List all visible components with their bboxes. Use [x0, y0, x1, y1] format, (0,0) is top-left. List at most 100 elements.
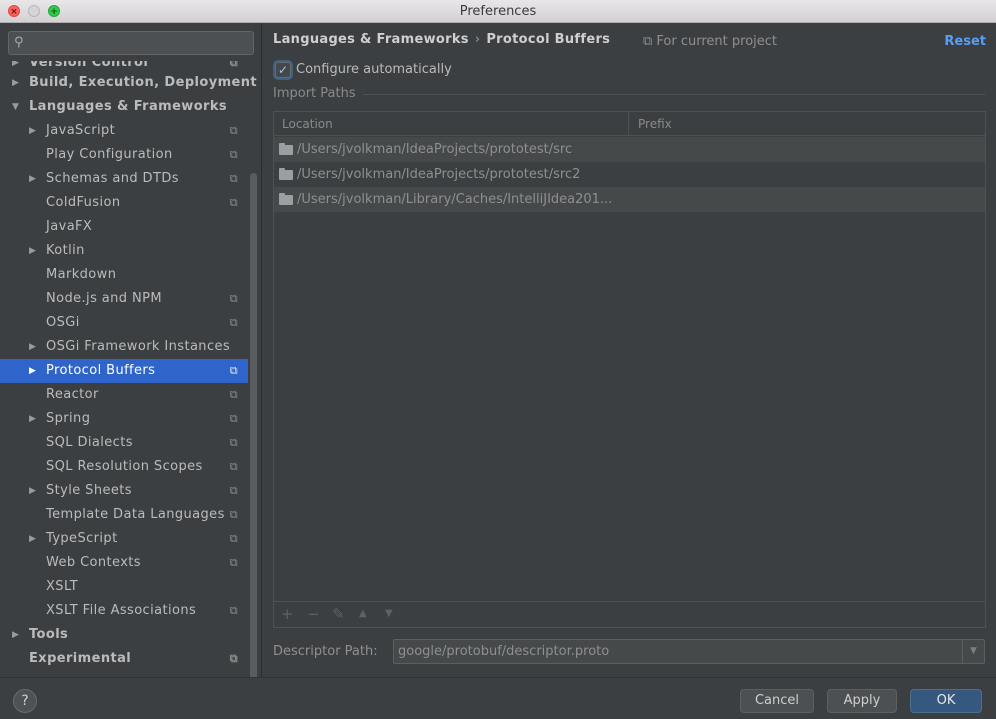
sidebar-item-template-data-languages[interactable]: Template Data Languages ⧉: [0, 503, 248, 527]
project-level-icon: ⧉: [229, 532, 238, 545]
sidebar-item-style-sheets[interactable]: ▶ Style Sheets ⧉: [0, 479, 248, 503]
sidebar-item-markdown[interactable]: Markdown: [0, 263, 248, 287]
sidebar-item-label: Version Control: [29, 61, 149, 70]
sidebar-item-label: Tools: [29, 627, 69, 642]
collapsed-arrow-icon[interactable]: ▶: [29, 359, 36, 383]
sidebar-item-xslt[interactable]: XSLT: [0, 575, 248, 599]
sidebar-item-label: Node.js and NPM: [46, 291, 162, 306]
sidebar-scrollbar[interactable]: [250, 173, 257, 677]
apply-button[interactable]: Apply: [827, 689, 897, 713]
settings-tree: ▶ Version Control ⧉ ▶ Build, Execution, Depl…: [0, 61, 257, 671]
sidebar-item-protocol-buffers[interactable]: ▶ Protocol Buffers ⧉: [0, 359, 248, 383]
sidebar-item-label: Experimental: [29, 651, 132, 666]
sidebar-item-reactor[interactable]: Reactor ⧉: [0, 383, 248, 407]
descriptor-path-value[interactable]: google/protobuf/descriptor.proto: [398, 644, 609, 659]
location-cell[interactable]: /Users/jvolkman/IdeaProjects/prototest/s…: [297, 162, 580, 187]
table-row[interactable]: /Users/jvolkman/IdeaProjects/prototest/s…: [274, 162, 985, 187]
location-cell[interactable]: /Users/jvolkman/IdeaProjects/prototest/s…: [297, 137, 572, 162]
sidebar-item-osgi-framework-instances[interactable]: ▶ OSGi Framework Instances: [0, 335, 248, 359]
sidebar-item-label: Spring: [46, 411, 91, 426]
sidebar-item-languages-frameworks[interactable]: ▼ Languages & Frameworks: [0, 95, 248, 119]
section-divider: [363, 94, 985, 95]
breadcrumb-parent[interactable]: Languages & Frameworks: [273, 32, 469, 47]
project-level-icon: ⧉: [229, 412, 238, 425]
import-paths-title: Import Paths: [273, 86, 356, 101]
move-down-button[interactable]: ▼: [385, 605, 393, 623]
collapsed-arrow-icon[interactable]: ▶: [29, 119, 36, 143]
folder-icon: [279, 193, 293, 205]
table-header: Location Prefix: [274, 112, 985, 136]
sidebar-item-node-js-and-npm[interactable]: Node.js and NPM ⧉: [0, 287, 248, 311]
column-header-location[interactable]: Location: [282, 117, 333, 131]
sidebar-item-label: Build, Execution, Deployment: [29, 75, 258, 90]
project-level-icon: ⧉: [229, 148, 238, 161]
collapsed-arrow-icon[interactable]: ▶: [29, 239, 36, 263]
project-level-icon: ⧉: [229, 460, 238, 473]
location-cell[interactable]: /Users/jvolkman/Library/Caches/IntelliJI…: [297, 187, 612, 212]
collapsed-arrow-icon[interactable]: ▶: [29, 407, 36, 431]
project-level-icon: ⧉: [229, 124, 238, 137]
sidebar-item-build-execution-deployment[interactable]: ▶ Build, Execution, Deployment: [0, 71, 257, 95]
sidebar-item-sql-resolution-scopes[interactable]: SQL Resolution Scopes ⧉: [0, 455, 248, 479]
column-header-prefix[interactable]: Prefix: [638, 117, 672, 131]
sidebar-item-label: JavaFX: [46, 219, 93, 234]
table-row[interactable]: /Users/jvolkman/Library/Caches/IntelliJI…: [274, 187, 985, 212]
move-up-button[interactable]: ▲: [359, 605, 367, 623]
collapsed-arrow-icon[interactable]: ▶: [12, 623, 19, 647]
project-level-icon: ⧉: [229, 292, 238, 305]
descriptor-path-combobox[interactable]: google/protobuf/descriptor.proto ▼: [393, 639, 985, 664]
table-row[interactable]: /Users/jvolkman/IdeaProjects/prototest/s…: [274, 137, 985, 162]
project-level-icon: ⧉: [229, 61, 238, 69]
sidebar-item-label: XSLT: [46, 579, 79, 594]
sidebar-item-label: Languages & Frameworks: [29, 99, 228, 114]
sidebar-item-label: ColdFusion: [46, 195, 121, 210]
edit-path-button[interactable]: ✎: [332, 605, 345, 623]
collapsed-arrow-icon[interactable]: ▶: [12, 71, 19, 95]
title-bar: × + Preferences: [0, 0, 996, 23]
collapsed-arrow-icon[interactable]: ▶: [29, 479, 36, 503]
project-level-icon: ⧉: [229, 484, 238, 497]
table-body: /Users/jvolkman/IdeaProjects/prototest/s…: [274, 137, 985, 212]
sidebar-item-web-contexts[interactable]: Web Contexts ⧉: [0, 551, 248, 575]
collapsed-arrow-icon[interactable]: ▶: [29, 335, 36, 359]
sidebar-item-label: Reactor: [46, 387, 99, 402]
sidebar-item-osgi[interactable]: OSGi ⧉: [0, 311, 248, 335]
column-divider[interactable]: [628, 112, 629, 136]
sidebar-item-spring[interactable]: ▶ Spring ⧉: [0, 407, 248, 431]
sidebar-item-version-control[interactable]: ▶ Version Control ⧉: [0, 61, 248, 71]
sidebar-item-schemas-and-dtds[interactable]: ▶ Schemas and DTDs ⧉: [0, 167, 248, 191]
collapsed-arrow-icon[interactable]: ▶: [29, 527, 36, 551]
table-toolbar: + − ✎ ▲ ▼: [274, 601, 985, 627]
collapsed-arrow-icon[interactable]: ▶: [12, 61, 19, 68]
settings-search-input[interactable]: ⚲: [8, 31, 254, 55]
sidebar-item-label: XSLT File Associations: [46, 603, 197, 618]
sidebar-item-sql-dialects[interactable]: SQL Dialects ⧉: [0, 431, 248, 455]
configure-automatically-label[interactable]: Configure automatically: [296, 62, 452, 77]
reset-link[interactable]: Reset: [944, 34, 986, 49]
expanded-arrow-icon[interactable]: ▼: [12, 95, 19, 119]
sidebar-item-kotlin[interactable]: ▶ Kotlin: [0, 239, 248, 263]
configure-automatically-checkbox[interactable]: ✓: [275, 62, 291, 78]
project-level-icon: ⧉: [229, 556, 238, 569]
cancel-button[interactable]: Cancel: [740, 689, 814, 713]
chevron-down-icon[interactable]: ▼: [962, 640, 984, 663]
sidebar-item-xslt-file-associations[interactable]: XSLT File Associations ⧉: [0, 599, 248, 623]
breadcrumb-separator: ›: [474, 32, 481, 47]
sidebar-item-label: Style Sheets: [46, 483, 132, 498]
sidebar-item-javafx[interactable]: JavaFX: [0, 215, 248, 239]
ok-button[interactable]: OK: [910, 689, 982, 713]
remove-path-button[interactable]: −: [307, 605, 320, 623]
add-path-button[interactable]: +: [281, 605, 294, 623]
project-level-icon: ⧉: [229, 364, 238, 377]
sidebar-item-label: Template Data Languages: [46, 507, 225, 522]
sidebar-item-typescript[interactable]: ▶ TypeScript ⧉: [0, 527, 248, 551]
sidebar-item-javascript[interactable]: ▶ JavaScript ⧉: [0, 119, 248, 143]
sidebar-item-play-configuration[interactable]: Play Configuration ⧉: [0, 143, 248, 167]
collapsed-arrow-icon[interactable]: ▶: [29, 167, 36, 191]
sidebar-item-tools[interactable]: ▶ Tools: [0, 623, 248, 647]
sidebar-item-label: Web Contexts: [46, 555, 141, 570]
breadcrumb-current: Protocol Buffers: [486, 32, 611, 47]
sidebar-item-experimental[interactable]: Experimental ⧉: [0, 647, 248, 671]
help-button[interactable]: ?: [13, 689, 37, 713]
sidebar-item-coldfusion[interactable]: ColdFusion ⧉: [0, 191, 248, 215]
